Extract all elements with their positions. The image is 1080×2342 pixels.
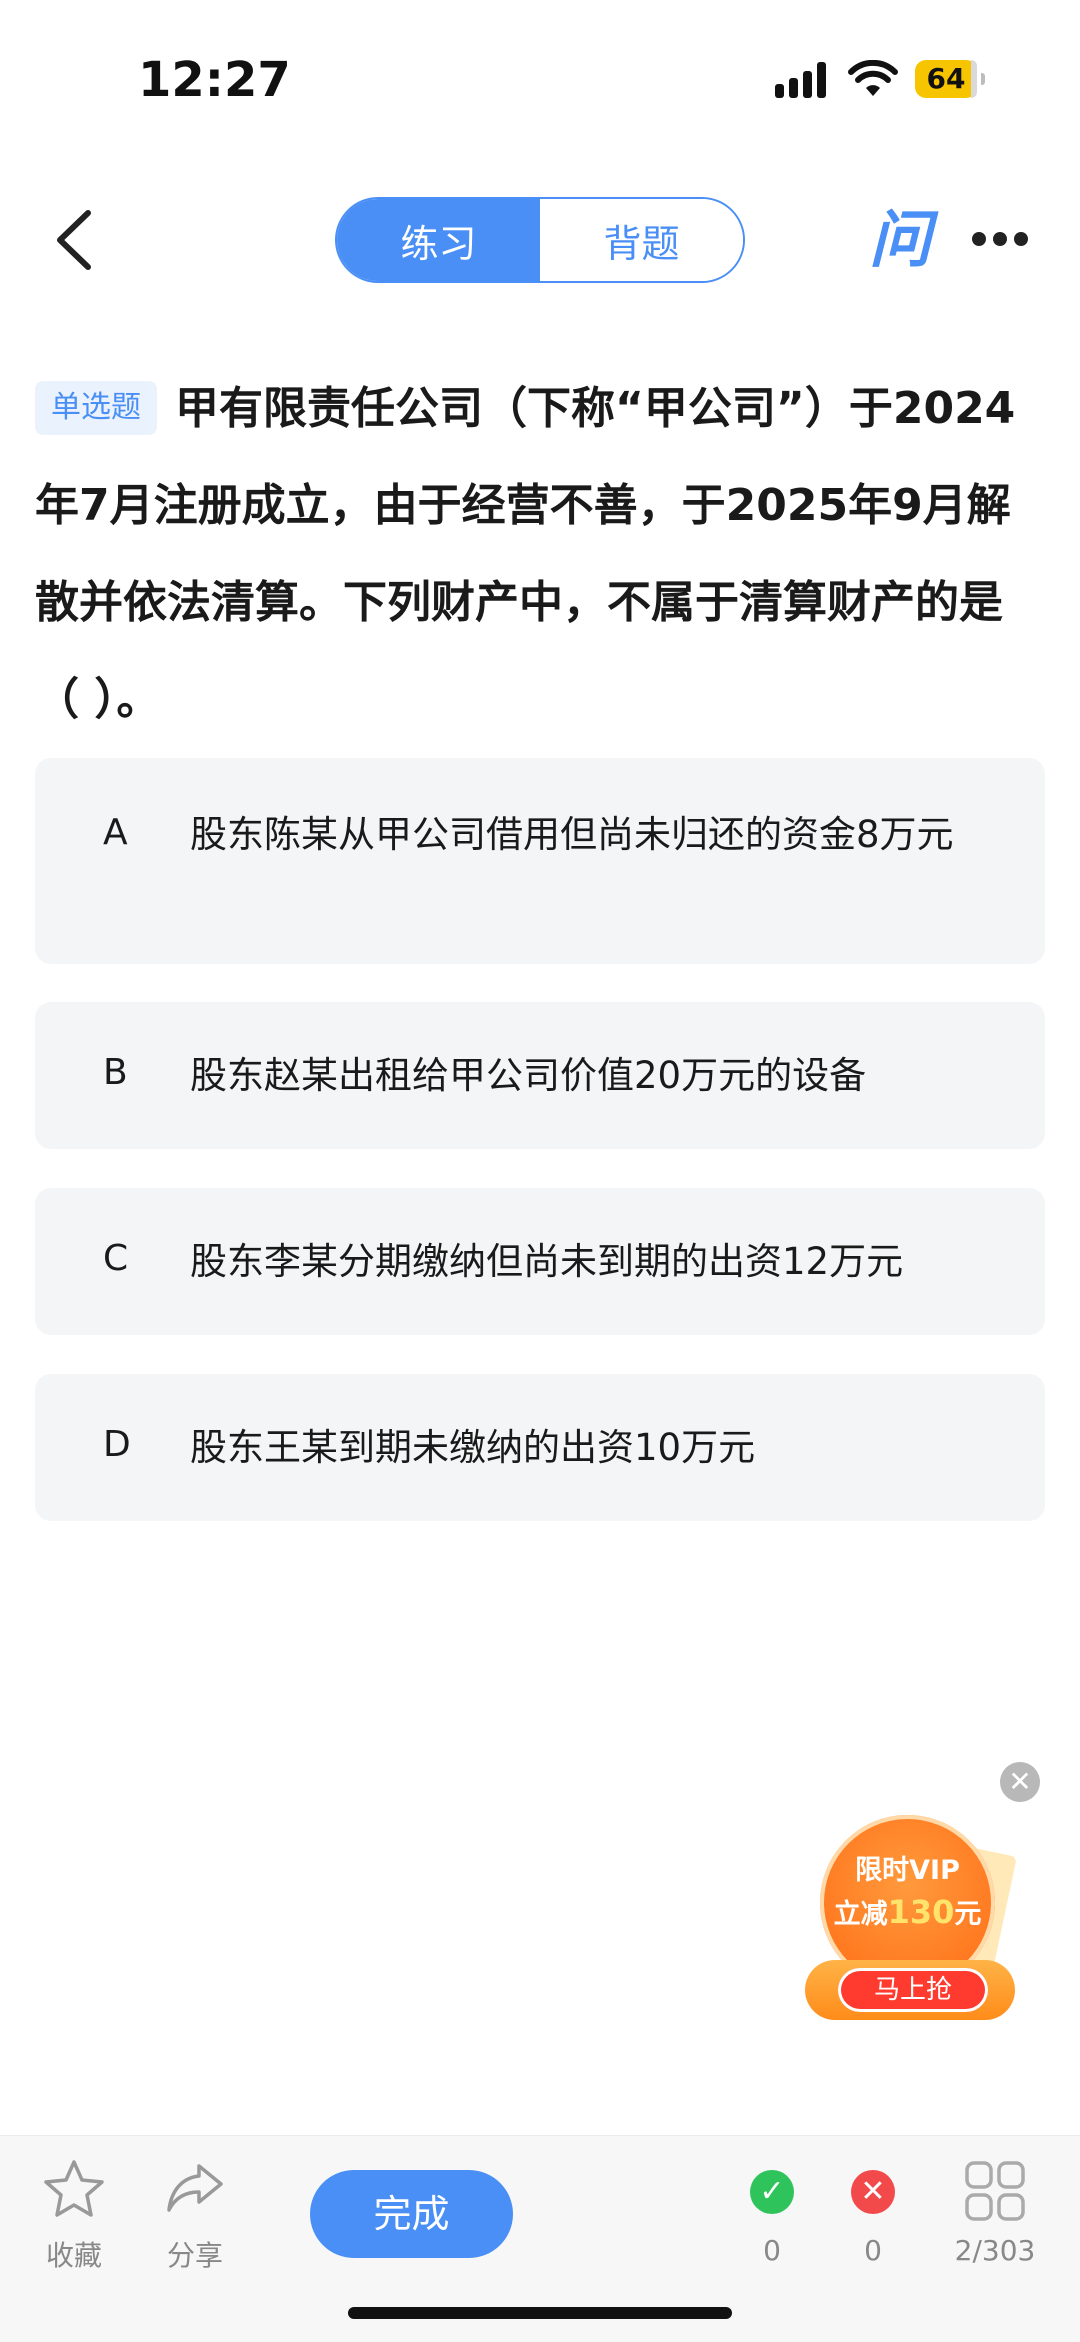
option-d[interactable]: D 股东王某到期未缴纳的出资10万元 <box>35 1374 1045 1521</box>
promo-title: 限时VIP <box>855 1855 960 1886</box>
option-text: 股东陈某从甲公司借用但尚未归还的资金8万元 <box>190 813 954 856</box>
option-a[interactable]: A 股东陈某从甲公司借用但尚未归还的资金8万元 <box>35 758 1045 964</box>
star-icon[interactable] <box>42 2158 106 2220</box>
option-text: 股东王某到期未缴纳的出资10万元 <box>190 1426 756 1469</box>
share-icon[interactable] <box>165 2160 225 2216</box>
status-time: 12:27 <box>138 52 291 108</box>
answer-sheet-grid-icon[interactable] <box>964 2160 1026 2222</box>
question-stem: 单选题 甲有限责任公司（下称“甲公司”）于2024年7月注册成立，由于经营不善，于… <box>35 360 1035 748</box>
mode-segmented-control: 练习 背题 <box>335 197 745 283</box>
progress-counter[interactable]: 2/303 <box>940 2234 1050 2267</box>
share-label[interactable]: 分享 <box>155 2234 235 2274</box>
done-button[interactable]: 完成 <box>310 2170 513 2258</box>
option-c[interactable]: C 股东李某分期缴纳但尚未到期的出资12万元 <box>35 1188 1045 1335</box>
signal-icon <box>775 62 831 98</box>
option-text: 股东李某分期缴纳但尚未到期的出资12万元 <box>190 1240 904 1283</box>
ask-icon[interactable]: 问 <box>865 205 935 275</box>
promo-close-icon[interactable]: ✕ <box>1000 1762 1040 1802</box>
battery-level: 64 <box>926 62 966 95</box>
tab-memorize[interactable]: 背题 <box>540 199 743 281</box>
wifi-icon <box>848 60 898 96</box>
home-indicator <box>348 2307 732 2319</box>
battery-icon: 64 <box>915 60 985 98</box>
option-letter: C <box>103 1238 129 1279</box>
question-type-tag: 单选题 <box>35 381 157 435</box>
favorite-label[interactable]: 收藏 <box>34 2234 114 2274</box>
wrong-count: 0 <box>864 2234 882 2267</box>
tab-practice[interactable]: 练习 <box>337 199 540 281</box>
correct-count: 0 <box>763 2234 781 2267</box>
option-letter: D <box>103 1424 131 1465</box>
more-icon[interactable] <box>970 228 1030 252</box>
option-b[interactable]: B 股东赵某出租给甲公司价值20万元的设备 <box>35 1002 1045 1149</box>
option-letter: B <box>103 1052 128 1093</box>
promo-discount: 立减130元 <box>833 1893 982 1931</box>
vip-promo-badge[interactable]: 限时VIP 立减130元 马上抢 <box>800 1810 1030 2035</box>
question-text: 甲有限责任公司（下称“甲公司”）于2024年7月注册成立，由于经营不善，于202… <box>35 383 1016 725</box>
option-letter: A <box>103 812 128 853</box>
correct-check-icon: ✓ <box>750 2170 794 2214</box>
promo-grab-button[interactable]: 马上抢 <box>838 1968 988 2012</box>
back-icon[interactable] <box>50 205 100 275</box>
option-text: 股东赵某出租给甲公司价值20万元的设备 <box>190 1054 867 1097</box>
wrong-x-icon: ✕ <box>851 2170 895 2214</box>
